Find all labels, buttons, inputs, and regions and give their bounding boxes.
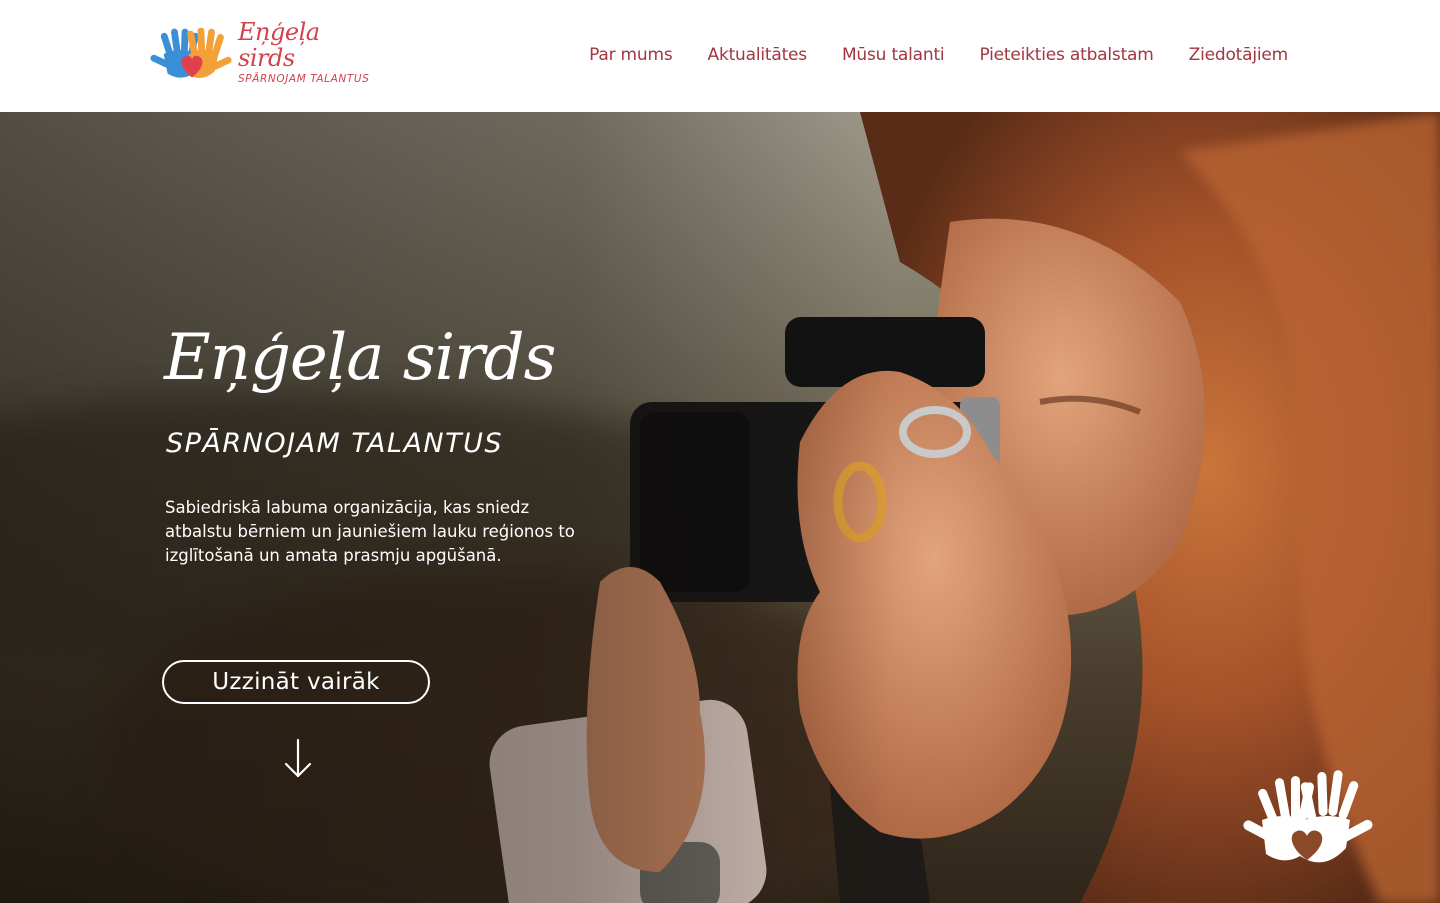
hands-heart-icon	[1243, 770, 1373, 863]
arrow-down-icon[interactable]	[282, 738, 314, 780]
hands-heart-icon	[150, 27, 232, 79]
nav-musu-talanti[interactable]: Mūsu talanti	[842, 42, 945, 68]
logo-subtitle: SPĀRNOJAM TALANTUS	[238, 73, 370, 85]
main-nav: Par mums Aktualitātes Mūsu talanti Piete…	[589, 42, 1288, 68]
nav-aktualitates[interactable]: Aktualitātes	[708, 42, 808, 68]
hero-description: Sabiedriskā labuma organizācija, kas sni…	[165, 498, 575, 565]
nav-par-mums[interactable]: Par mums	[589, 42, 673, 68]
hero-subtitle: SPĀRNOJAM TALANTUS	[166, 428, 503, 459]
logo[interactable]: Eņģeļa sirds SPĀRNOJAM TALANTUS	[150, 18, 380, 88]
site-header: Eņģeļa sirds SPĀRNOJAM TALANTUS Par mums…	[0, 0, 1440, 112]
nav-ziedotajiem[interactable]: Ziedotājiem	[1189, 42, 1289, 68]
nav-pieteikties-atbalstam[interactable]: Pieteikties atbalstam	[979, 42, 1153, 68]
hero-section: Eņģeļa sirds SPĀRNOJAM TALANTUS Sabiedri…	[0, 112, 1440, 903]
logo-title: Eņģeļa sirds	[238, 18, 320, 72]
hero-title: Eņģeļa sirds	[164, 321, 556, 395]
learn-more-button[interactable]: Uzzināt vairāk	[162, 660, 430, 704]
